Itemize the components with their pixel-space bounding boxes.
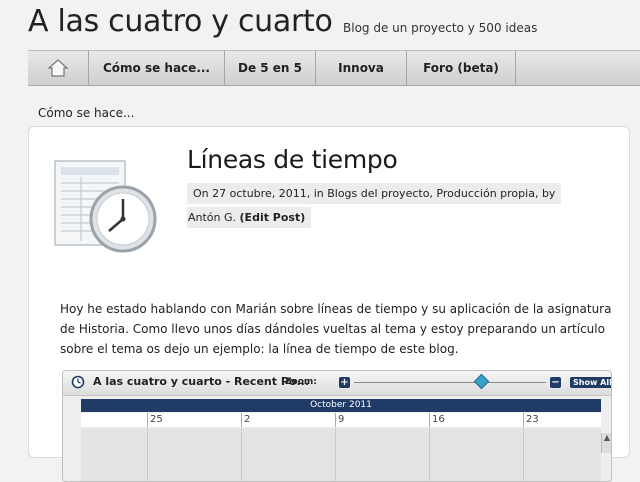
timeline-title[interactable]: A las cuatro y cuarto - Recent Po... [93, 375, 309, 388]
post-body: Hoy he estado hablando con Marián sobre … [60, 302, 612, 356]
nav-home-button[interactable] [28, 51, 89, 85]
timeline-gridline [147, 428, 148, 481]
show-all-button[interactable]: Show All [570, 377, 611, 388]
timeline-day: 25 [147, 413, 240, 427]
zoom-slider-handle[interactable] [473, 373, 490, 390]
main-nav: Cómo se hace... De 5 en 5 Innova Foro (b… [28, 50, 640, 86]
nav-item-de-5-en-5[interactable]: De 5 en 5 [225, 51, 316, 85]
breadcrumb[interactable]: Cómo se hace... [38, 106, 134, 120]
timeline-scroll-up[interactable]: ▲ [601, 433, 611, 453]
nav-item-label: Foro (beta) [423, 61, 499, 75]
post-title[interactable]: Líneas de tiempo [187, 145, 398, 174]
home-icon [47, 59, 69, 77]
zoom-label: Zoom: [285, 377, 317, 387]
timeline-month-header: October 2011 [81, 399, 601, 412]
timeline-gridline [241, 428, 242, 481]
nav-item-innova[interactable]: Innova [316, 51, 407, 85]
timeline-clock-icon [71, 375, 85, 389]
site-header: A las cuatro y cuarto Blog de un proyect… [0, 0, 640, 50]
post-meta: On 27 octubre, 2011, in Blogs del proyec… [187, 183, 562, 204]
zoom-in-button[interactable]: + [339, 377, 350, 388]
timeline-widget: A las cuatro y cuarto - Recent Po... Zoo… [62, 370, 612, 482]
timeline-day: 9 [335, 413, 428, 427]
timeline-day: 23 [523, 413, 600, 427]
timeline-days-row: 25 2 9 16 23 [81, 413, 601, 427]
nav-item-como-se-hace[interactable]: Cómo se hace... [89, 51, 225, 85]
zoom-out-button[interactable]: − [550, 377, 561, 388]
nav-item-foro[interactable]: Foro (beta) [407, 51, 516, 85]
site-tagline: Blog de un proyecto y 500 ideas [343, 21, 538, 35]
timeline-gridline [523, 428, 524, 481]
edit-post-link[interactable]: (Edit Post) [240, 211, 306, 224]
zoom-slider-track[interactable] [354, 382, 546, 383]
timeline-day: 16 [429, 413, 522, 427]
nav-item-label: Innova [338, 61, 384, 75]
timeline-clock-icon [54, 160, 157, 253]
post-meta-author-line: Antón G. (Edit Post) [187, 207, 312, 228]
timeline-day: 2 [241, 413, 334, 427]
timeline-toolbar: A las cuatro y cuarto - Recent Po... Zoo… [63, 371, 611, 396]
timeline-band[interactable] [81, 428, 601, 481]
post-container: Líneas de tiempo On 27 octubre, 2011, in… [28, 126, 630, 482]
nav-item-label: Cómo se hace... [102, 61, 210, 75]
timeline-gridline [335, 428, 336, 481]
timeline-gridline [429, 428, 430, 481]
nav-item-label: De 5 en 5 [237, 61, 302, 75]
post-author-link[interactable]: Antón G. [188, 211, 236, 224]
site-title[interactable]: A las cuatro y cuarto [28, 4, 333, 39]
